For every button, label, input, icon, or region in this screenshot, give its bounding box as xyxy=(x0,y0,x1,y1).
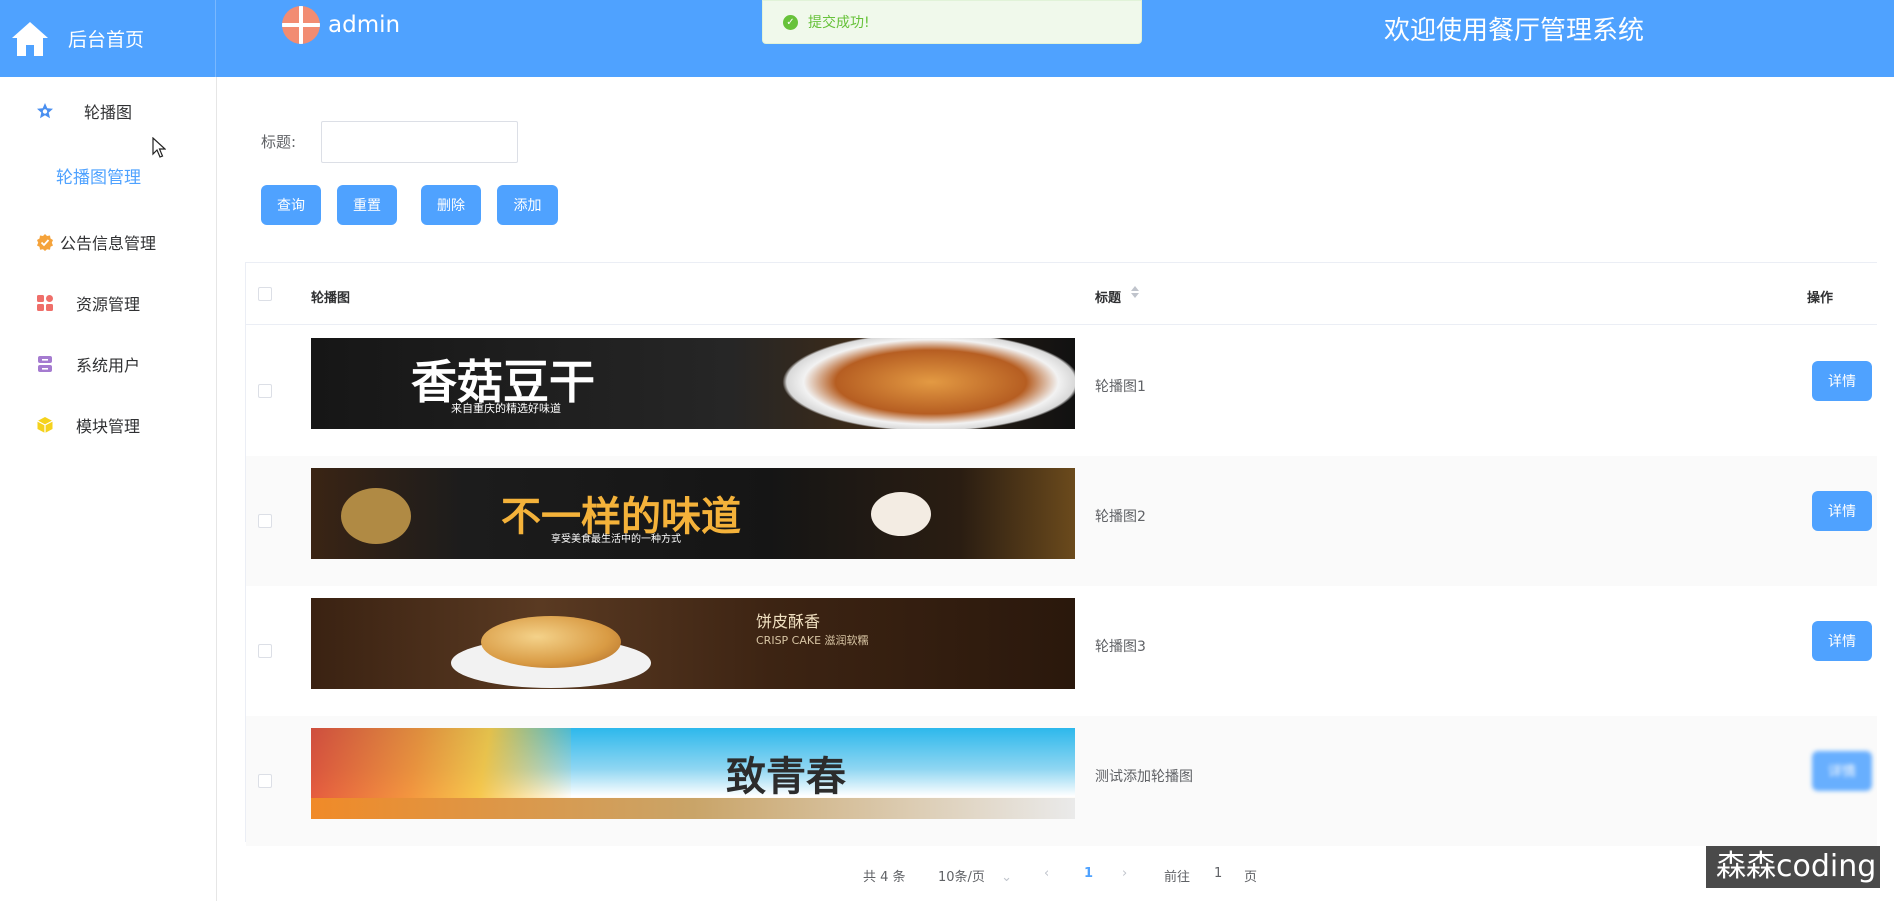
sidebar-item-resources[interactable]: 资源管理 xyxy=(0,283,216,323)
row-checkbox[interactable] xyxy=(258,384,272,398)
row-title: 测试添加轮播图 xyxy=(1095,769,1193,785)
home-icon xyxy=(10,19,50,59)
table-header: 轮播图 标题 操作 xyxy=(246,263,1877,325)
select-all-checkbox[interactable] xyxy=(258,287,272,301)
banner-image: 饼皮酥香 CRISP CAKE 滋润软糯 xyxy=(311,598,1075,689)
apps-grid-icon xyxy=(36,294,54,312)
toast-message: 提交成功! xyxy=(808,15,870,31)
row-checkbox[interactable] xyxy=(258,774,272,788)
row-title: 轮播图1 xyxy=(1095,379,1146,395)
sidebar-item-system-users[interactable]: 系统用户 xyxy=(0,344,216,384)
delete-button[interactable]: 删除 xyxy=(421,185,481,225)
goto-suffix: 页 xyxy=(1244,870,1258,885)
success-toast: ✓ 提交成功! xyxy=(762,0,1142,44)
page-number-current[interactable]: 1 xyxy=(1084,866,1093,881)
watermark: 森森coding xyxy=(1706,846,1880,888)
row-title: 轮播图3 xyxy=(1095,639,1146,655)
page-size-value: 10条/页 xyxy=(938,870,985,885)
sidebar-item-carousel[interactable]: 轮播图 xyxy=(0,91,216,131)
add-button[interactable]: 添加 xyxy=(497,185,558,225)
user-menu[interactable]: admin xyxy=(282,6,400,44)
banner-image: 致青春 xyxy=(311,728,1075,819)
sidebar-item-label: 轮播图 xyxy=(84,103,133,122)
next-page-icon[interactable]: › xyxy=(1122,866,1127,881)
sidebar-item-label: 系统用户 xyxy=(76,356,141,375)
sidebar-item-modules[interactable]: 模块管理 xyxy=(0,405,216,445)
banner-subtext: 享受美食最生活中的一种方式 xyxy=(551,534,681,545)
query-button[interactable]: 查询 xyxy=(261,185,321,225)
chevron-down-icon: ⌄ xyxy=(1001,870,1012,885)
submenu-label: 轮播图管理 xyxy=(56,168,141,188)
sort-caret-icon[interactable] xyxy=(1130,285,1140,299)
welcome-title: 欢迎使用餐厅管理系统 xyxy=(1384,16,1645,46)
column-header-image: 轮播图 xyxy=(311,291,351,306)
goto-page-input[interactable]: 1 xyxy=(1214,866,1222,881)
detail-button[interactable]: 详情 xyxy=(1812,361,1872,401)
sidebar-item-label: 公告信息管理 xyxy=(60,234,157,253)
badge-icon xyxy=(36,233,54,251)
sidebar-item-label: 模块管理 xyxy=(76,417,141,436)
table-row: 香菇豆干 来自重庆的精选好味道 轮播图1 详情 xyxy=(246,326,1877,456)
row-checkbox[interactable] xyxy=(258,514,272,528)
avatar xyxy=(282,6,320,44)
cube-icon xyxy=(36,416,54,434)
detail-button[interactable]: 详情 xyxy=(1812,621,1872,661)
home-label: 后台首页 xyxy=(68,29,145,51)
table-row: 不一样的味道 享受美食最生活中的一种方式 轮播图2 详情 xyxy=(246,456,1877,586)
title-filter-input[interactable] xyxy=(321,121,518,163)
banner-image: 不一样的味道 享受美食最生活中的一种方式 xyxy=(311,468,1075,559)
column-header-title[interactable]: 标题 xyxy=(1095,287,1121,306)
mouse-cursor-icon xyxy=(152,137,166,158)
table-row: 饼皮酥香 CRISP CAKE 滋润软糯 轮播图3 详情 xyxy=(246,586,1877,716)
star-icon xyxy=(36,102,54,120)
table-row: 致青春 测试添加轮播图 详情 xyxy=(246,716,1877,846)
check-circle-icon: ✓ xyxy=(783,14,798,30)
banner-subtext: 来自重庆的精选好味道 xyxy=(451,402,561,415)
detail-button[interactable]: 详情 xyxy=(1812,751,1872,791)
user-card-icon xyxy=(36,355,54,373)
banner-text: 致青春 xyxy=(726,753,846,800)
reset-button[interactable]: 重置 xyxy=(337,185,397,225)
pagination-total: 共 4 条 xyxy=(863,870,906,885)
submenu-carousel-management[interactable]: 轮播图管理 xyxy=(0,153,216,193)
page-size-select[interactable]: 10条/页 ⌄ xyxy=(938,866,1012,885)
sidebar-item-announcements[interactable]: 公告信息管理 xyxy=(0,222,216,262)
carousel-table: 轮播图 标题 操作 香菇豆干 来自重庆的精选好味道 轮播图1 详情 不一样的味道… xyxy=(245,262,1877,846)
banner-image: 香菇豆干 来自重庆的精选好味道 xyxy=(311,338,1075,429)
detail-button[interactable]: 详情 xyxy=(1812,491,1872,531)
home-link[interactable]: 后台首页 xyxy=(0,0,216,77)
title-filter-label: 标题: xyxy=(261,133,297,151)
banner-subtext: CRISP CAKE 滋润软糯 xyxy=(756,634,869,647)
row-checkbox[interactable] xyxy=(258,644,272,658)
goto-prefix: 前往 xyxy=(1164,870,1191,885)
column-header-actions: 操作 xyxy=(1807,291,1834,306)
prev-page-icon[interactable]: ‹ xyxy=(1044,866,1049,881)
sidebar-item-label: 资源管理 xyxy=(76,295,141,314)
user-name: admin xyxy=(328,12,401,38)
sidebar: 轮播图 轮播图管理 公告信息管理 资源管理 系统用户 模块管理 xyxy=(0,77,217,901)
row-title: 轮播图2 xyxy=(1095,509,1146,525)
banner-text: 饼皮酥香 xyxy=(756,612,821,631)
